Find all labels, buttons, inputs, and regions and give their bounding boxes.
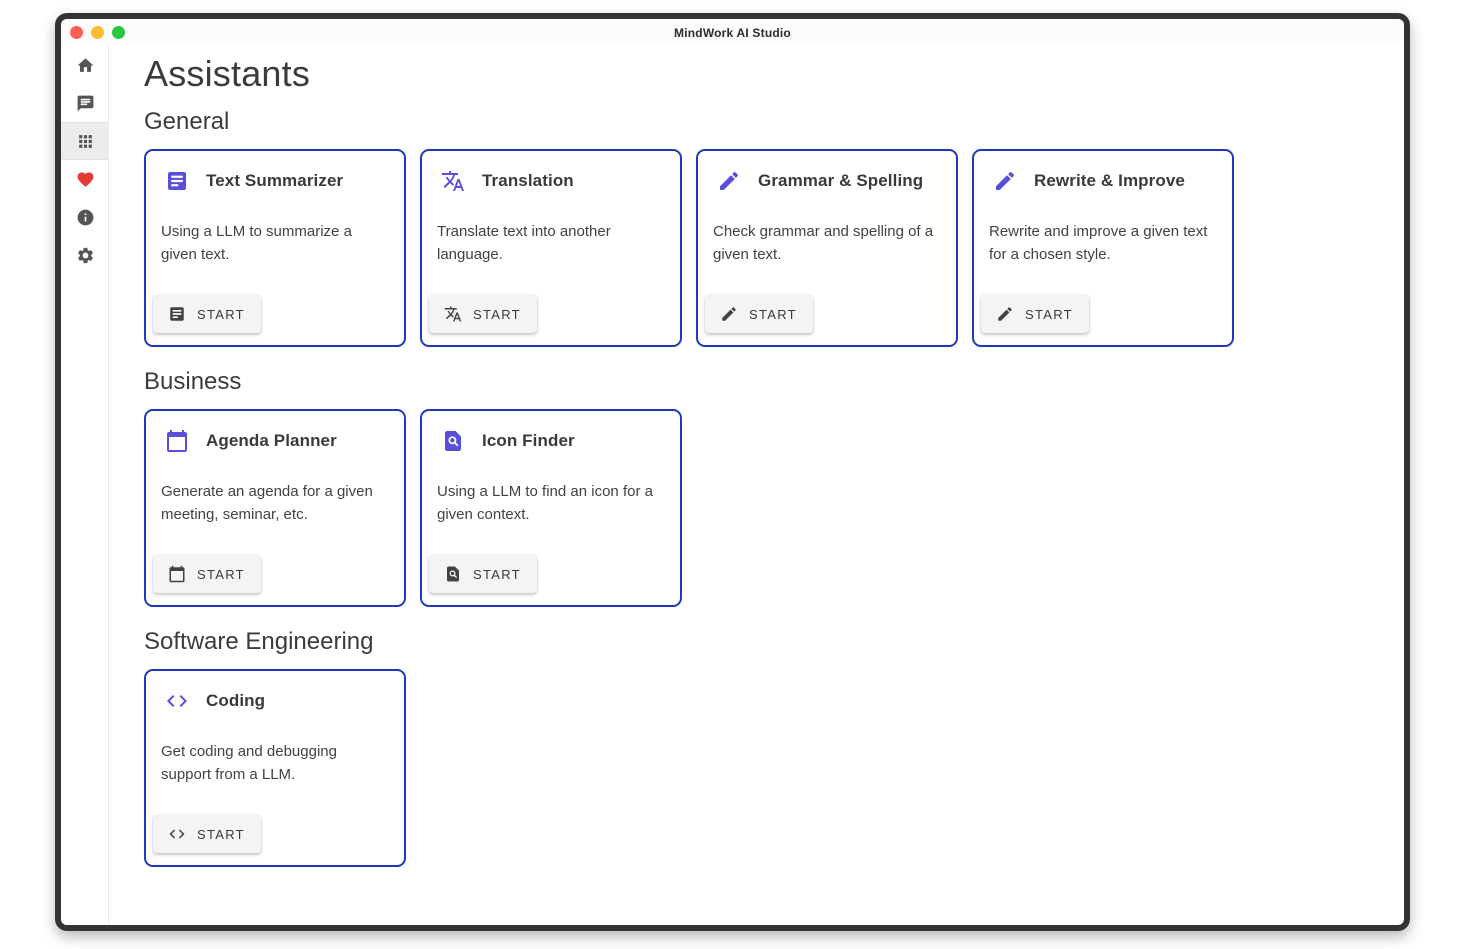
sidebar-item-settings[interactable] <box>61 236 109 274</box>
start-button[interactable]: START <box>429 295 537 333</box>
app-window: MindWork AI Studio Assistants General Tex… <box>55 13 1410 931</box>
assistant-card: Icon Finder Using a LLM to find an icon f… <box>420 409 682 607</box>
section-title: Business <box>144 368 1384 396</box>
icon-search-icon <box>444 565 462 583</box>
icon-search-icon <box>441 429 465 453</box>
start-button[interactable]: START <box>153 295 261 333</box>
section-title: General <box>144 108 1384 136</box>
sidebar-item-about[interactable] <box>61 198 109 236</box>
start-button-label: START <box>197 307 245 322</box>
card-header: Translation <box>436 163 666 193</box>
sidebar <box>61 46 109 925</box>
card-header: Text Summarizer <box>160 163 390 193</box>
heart-icon <box>76 170 95 189</box>
assistant-card: Text Summarizer Using a LLM to summarize … <box>144 149 406 347</box>
pencil-icon <box>996 305 1014 323</box>
chat-icon <box>76 94 95 113</box>
code-icon <box>168 825 186 843</box>
card-title: Translation <box>482 171 574 191</box>
info-icon <box>76 208 95 227</box>
apps-grid-icon <box>76 132 95 151</box>
card-title: Coding <box>206 691 265 711</box>
card-title: Icon Finder <box>482 431 575 451</box>
start-button-label: START <box>749 307 797 322</box>
translate-icon <box>444 305 462 323</box>
assistant-card: Coding Get coding and debugging support f… <box>144 669 406 867</box>
card-header: Coding <box>160 683 390 713</box>
card-description: Using a LLM to find an icon for a given … <box>437 480 666 555</box>
sidebar-item-home[interactable] <box>61 46 109 84</box>
assistant-card: Grammar & Spelling Check grammar and spel… <box>696 149 958 347</box>
start-button[interactable]: START <box>705 295 813 333</box>
pencil-icon <box>720 305 738 323</box>
card-description: Translate text into another language. <box>437 220 666 295</box>
start-button-label: START <box>473 567 521 582</box>
start-button-label: START <box>473 307 521 322</box>
card-title: Text Summarizer <box>206 171 343 191</box>
card-header: Grammar & Spelling <box>712 163 942 193</box>
card-description: Generate an agenda for a given meeting, … <box>161 480 390 555</box>
card-title: Grammar & Spelling <box>758 171 923 191</box>
window-body: Assistants General Text Summarizer Using a… <box>61 46 1404 925</box>
calendar-icon <box>168 565 186 583</box>
section-title: Software Engineering <box>144 628 1384 656</box>
window-title: MindWork AI Studio <box>61 26 1404 40</box>
card-description: Using a LLM to summarize a given text. <box>161 220 390 295</box>
card-row: Text Summarizer Using a LLM to summarize … <box>144 149 1384 347</box>
start-button[interactable]: START <box>429 555 537 593</box>
start-button-label: START <box>197 567 245 582</box>
summarize-icon <box>168 305 186 323</box>
calendar-icon <box>165 429 189 453</box>
sidebar-item-supporters[interactable] <box>61 160 109 198</box>
card-title: Rewrite & Improve <box>1034 171 1185 191</box>
start-button[interactable]: START <box>153 555 261 593</box>
start-button-label: START <box>197 827 245 842</box>
start-button-label: START <box>1025 307 1073 322</box>
pencil-icon <box>993 169 1017 193</box>
card-description: Get coding and debugging support from a … <box>161 740 390 815</box>
assistant-card: Rewrite & Improve Rewrite and improve a g… <box>972 149 1234 347</box>
translate-icon <box>441 169 465 193</box>
home-icon <box>76 56 95 75</box>
assistant-card: Agenda Planner Generate an agenda for a g… <box>144 409 406 607</box>
card-header: Agenda Planner <box>160 423 390 453</box>
card-title: Agenda Planner <box>206 431 337 451</box>
card-description: Rewrite and improve a given text for a c… <box>989 220 1218 295</box>
main-content: Assistants General Text Summarizer Using a… <box>109 46 1404 925</box>
card-row: Agenda Planner Generate an agenda for a g… <box>144 409 1384 607</box>
assistant-sections: General Text Summarizer Using a LLM to sum… <box>144 108 1384 867</box>
summarize-icon <box>165 169 189 193</box>
card-header: Rewrite & Improve <box>988 163 1218 193</box>
gear-icon <box>76 246 95 265</box>
start-button[interactable]: START <box>153 815 261 853</box>
title-bar: MindWork AI Studio <box>61 19 1404 46</box>
code-icon <box>165 689 189 713</box>
sidebar-item-chats[interactable] <box>61 84 109 122</box>
start-button[interactable]: START <box>981 295 1089 333</box>
card-row: Coding Get coding and debugging support f… <box>144 669 1384 867</box>
pencil-icon <box>717 169 741 193</box>
assistant-card: Translation Translate text into another l… <box>420 149 682 347</box>
card-header: Icon Finder <box>436 423 666 453</box>
page-title: Assistants <box>144 53 1384 95</box>
card-description: Check grammar and spelling of a given te… <box>713 220 942 295</box>
sidebar-item-assistants[interactable] <box>61 122 109 160</box>
